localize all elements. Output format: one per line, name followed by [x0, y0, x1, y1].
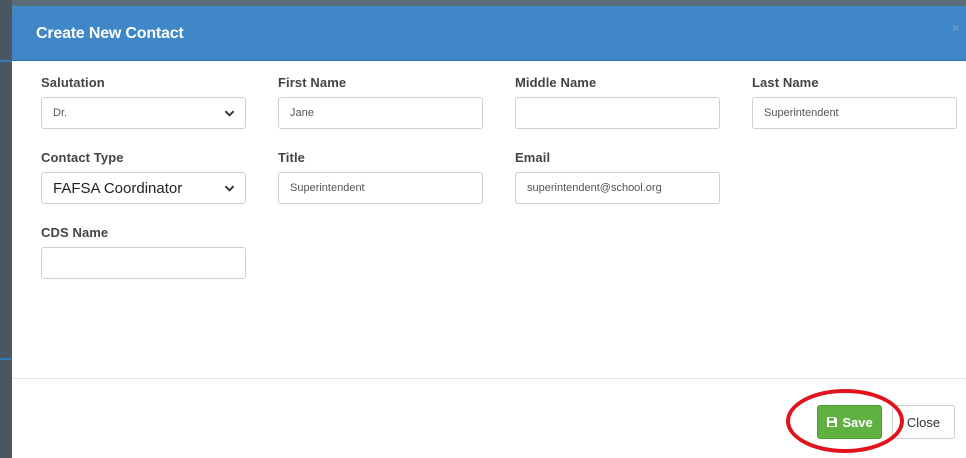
middle-name-input[interactable]	[515, 97, 720, 129]
last-name-input[interactable]: Superintendent	[752, 97, 957, 129]
middle-name-group: Middle Name	[515, 75, 720, 129]
modal-header: Create New Contact ×	[12, 6, 966, 61]
first-name-value: Jane	[290, 107, 314, 119]
cds-name-input[interactable]	[41, 247, 246, 279]
contact-type-label: Contact Type	[41, 150, 124, 165]
save-button[interactable]: Save	[817, 405, 882, 439]
chevron-down-icon	[224, 185, 235, 192]
first-name-input[interactable]: Jane	[278, 97, 483, 129]
cds-name-label: CDS Name	[41, 225, 109, 240]
close-button[interactable]: Close	[892, 405, 955, 439]
contact-type-value: FAFSA Coordinator	[53, 179, 183, 197]
salutation-value: Dr.	[53, 107, 68, 119]
page-backdrop	[0, 0, 12, 458]
last-name-value: Superintendent	[764, 107, 839, 119]
close-button-label: Close	[906, 414, 941, 430]
title-value: Superintendent	[290, 182, 365, 194]
title-input[interactable]: Superintendent	[278, 172, 483, 204]
contact-type-select[interactable]: FAFSA Coordinator	[41, 172, 246, 204]
create-contact-modal: Create New Contact × Salutation Dr. Firs…	[12, 6, 966, 458]
close-icon[interactable]: ×	[951, 20, 960, 37]
backdrop-accent	[0, 60, 12, 62]
last-name-label: Last Name	[752, 75, 819, 90]
salutation-label: Salutation	[41, 75, 105, 90]
salutation-select[interactable]: Dr.	[41, 97, 246, 129]
title-label: Title	[278, 150, 305, 165]
middle-name-label: Middle Name	[515, 75, 597, 90]
last-name-group: Last Name Superintendent	[752, 75, 957, 129]
email-input[interactable]: superintendent@school.org	[515, 172, 720, 204]
save-button-label: Save	[842, 414, 873, 430]
contact-type-group: Contact Type FAFSA Coordinator	[41, 150, 246, 204]
modal-title: Create New Contact	[36, 25, 184, 42]
floppy-disk-icon	[827, 417, 838, 427]
chevron-down-icon	[224, 110, 235, 117]
footer-divider	[12, 378, 966, 379]
email-label: Email	[515, 150, 551, 165]
backdrop-accent	[0, 358, 12, 360]
title-group: Title Superintendent	[278, 150, 483, 204]
email-value: superintendent@school.org	[527, 182, 662, 194]
first-name-group: First Name Jane	[278, 75, 483, 129]
email-group: Email superintendent@school.org	[515, 150, 720, 204]
salutation-group: Salutation Dr.	[41, 75, 246, 129]
cds-name-group: CDS Name	[41, 225, 246, 279]
first-name-label: First Name	[278, 75, 347, 90]
